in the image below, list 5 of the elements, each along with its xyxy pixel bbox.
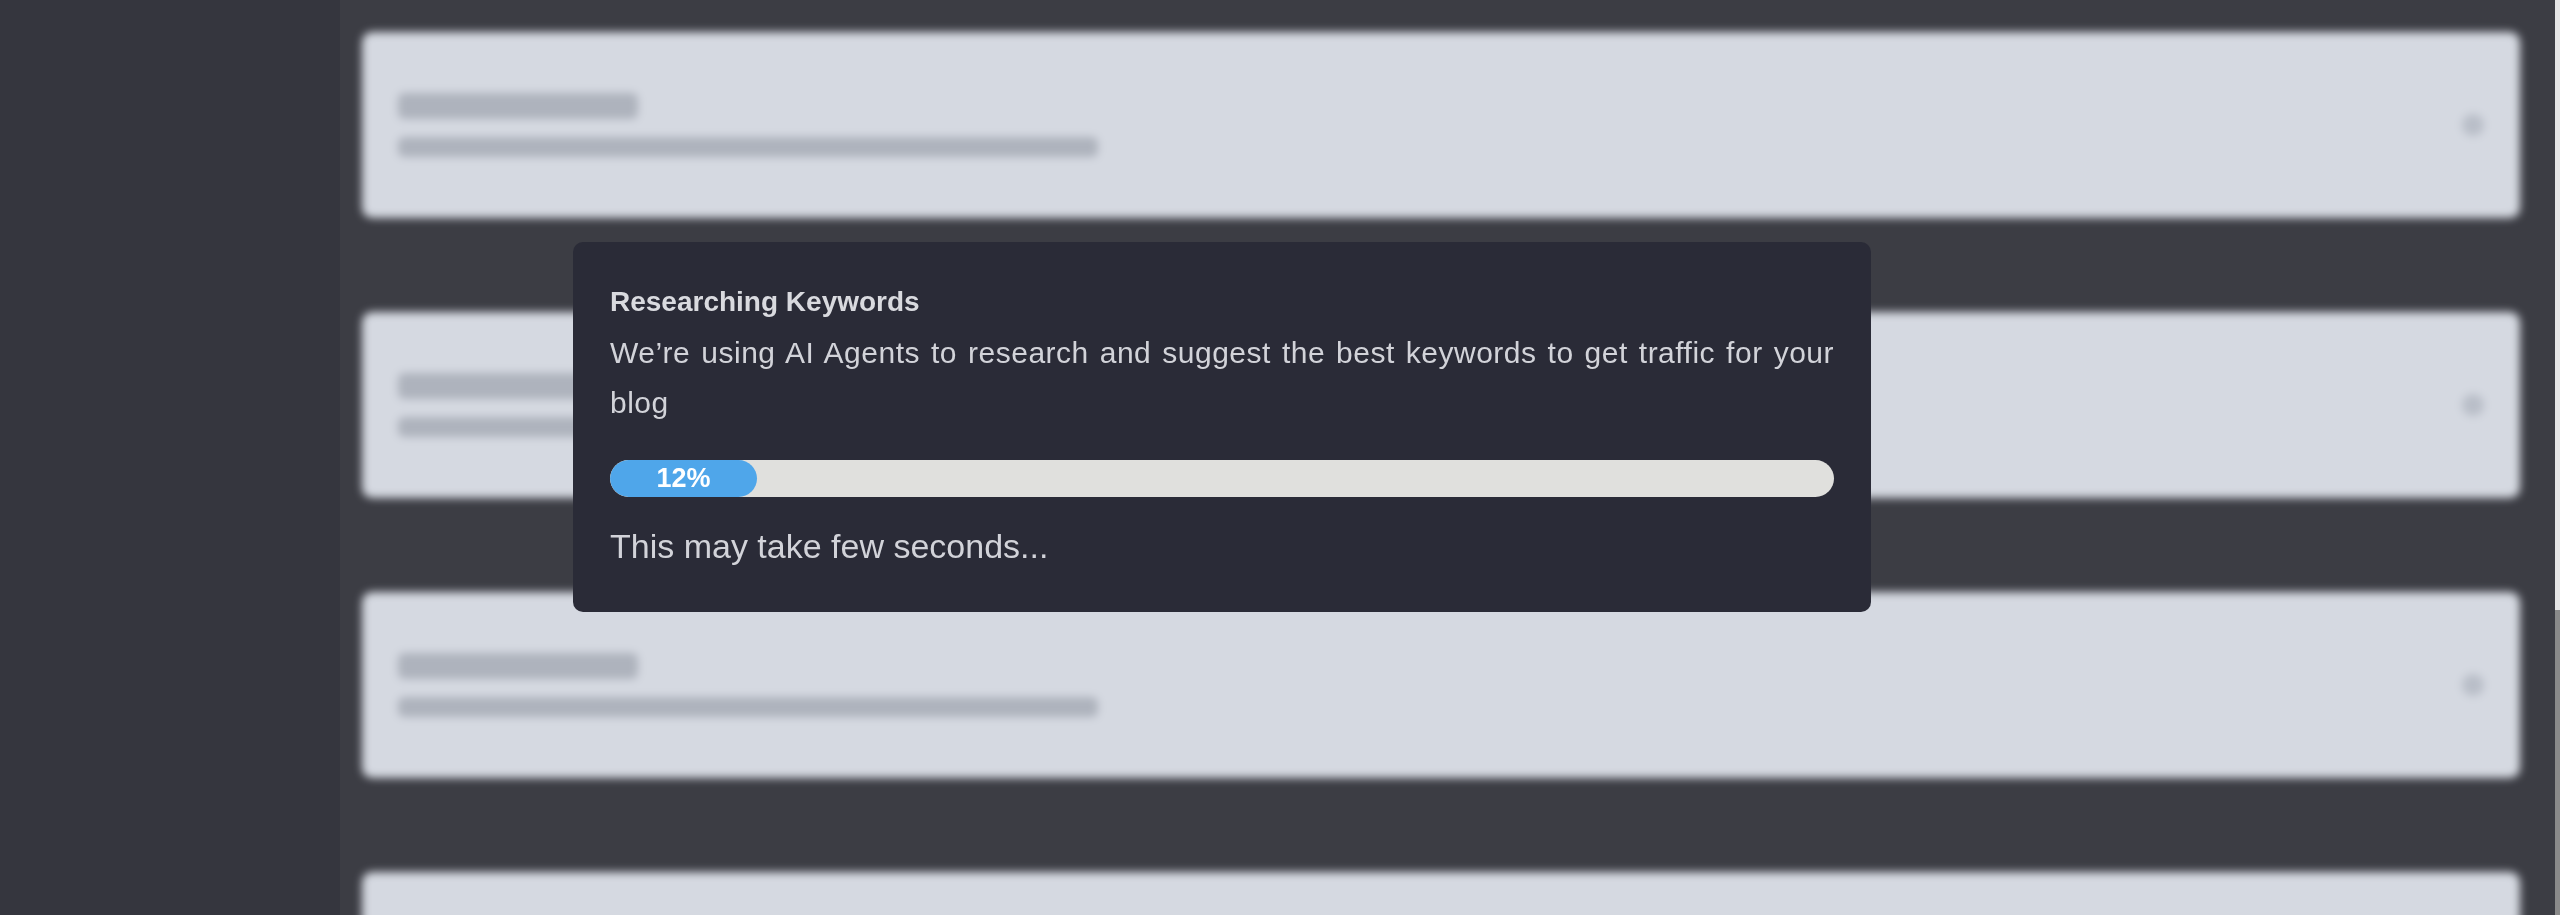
dialog-description: We’re using AI Agents to research and suggest the best keywords to get traffic for your blog [610, 335, 1834, 421]
wait-message: This may take few seconds... [610, 527, 1050, 566]
scrollbar[interactable] [2555, 0, 2560, 915]
progress-percent: 12% [656, 463, 711, 494]
dialog-title: Researching Keywords [610, 286, 921, 318]
